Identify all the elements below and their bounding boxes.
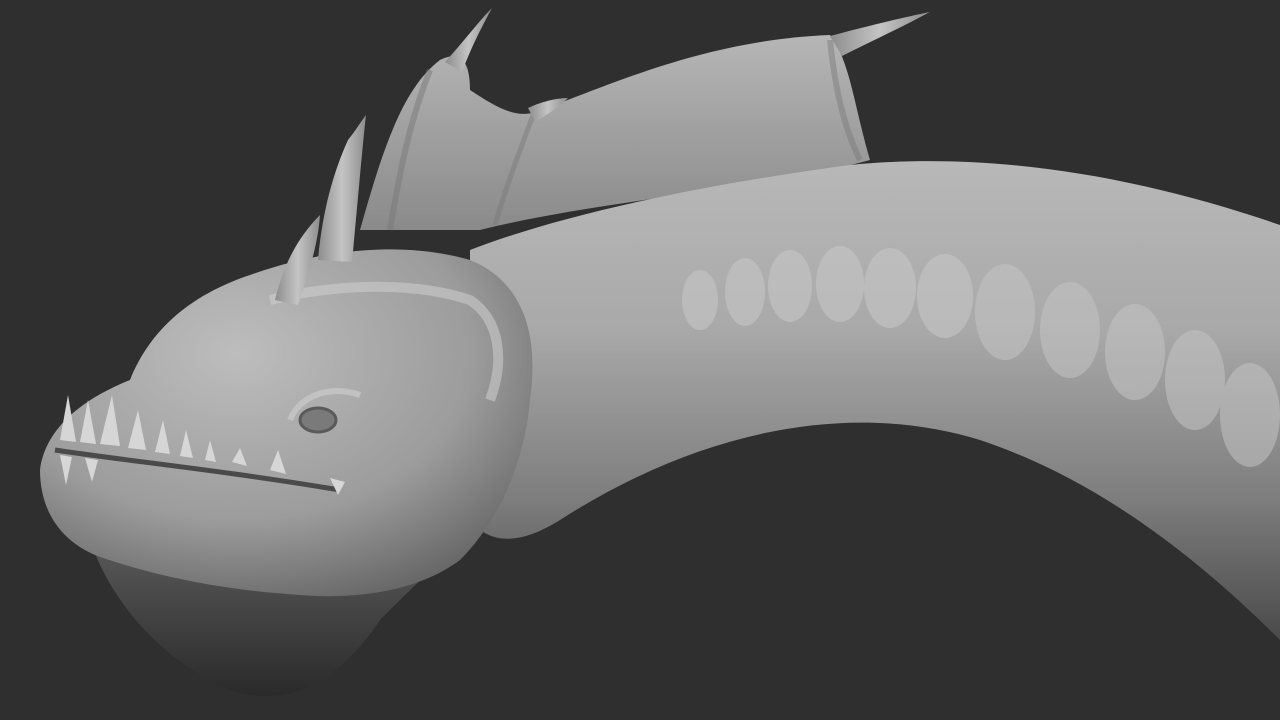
sculpt-viewport[interactable]: [0, 0, 1280, 720]
fin-spike-3: [830, 12, 930, 56]
head-horn-right: [318, 115, 366, 262]
serpent-sculpt-render: [40, 8, 1280, 697]
eye: [298, 406, 338, 434]
serpent-neck: [470, 161, 1280, 640]
fin-spike-1: [445, 8, 492, 72]
